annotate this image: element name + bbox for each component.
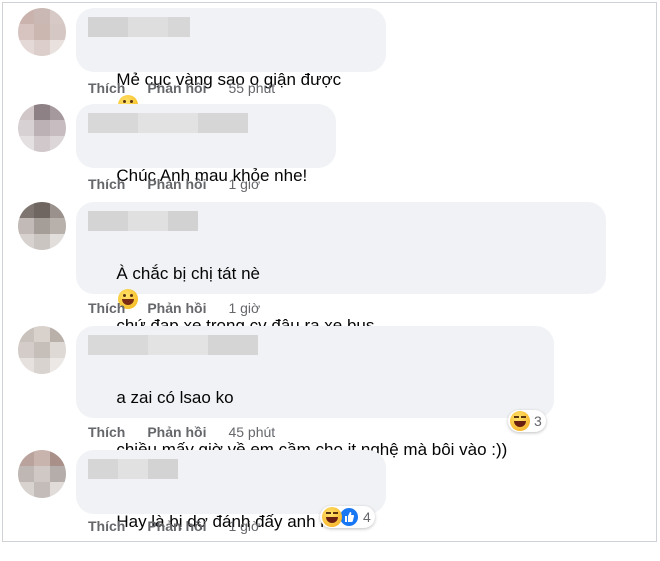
like-button[interactable]: Thích: [88, 424, 125, 440]
blurred-author-name[interactable]: [88, 335, 542, 355]
comment-timestamp[interactable]: 1 giờ: [228, 176, 260, 192]
like-button[interactable]: Thích: [88, 80, 125, 96]
reaction-summary[interactable]: 3: [508, 410, 546, 432]
comment-text-line-1: a zai có lsao ko: [116, 388, 234, 407]
comment-actions: Thích Phản hồi 55 phút: [88, 78, 275, 98]
thumbs-up-icon: [339, 507, 359, 527]
like-button[interactable]: Thích: [88, 300, 125, 316]
reaction-count: 4: [363, 509, 371, 525]
reply-button[interactable]: Phản hồi: [147, 300, 206, 316]
reply-button[interactable]: Phản hồi: [147, 424, 206, 440]
comment-actions: Thích Phản hồi 1 giờ: [88, 516, 260, 536]
haha-reaction-icon: [510, 411, 530, 431]
reply-button[interactable]: Phản hồi: [147, 518, 206, 534]
blurred-author-name[interactable]: [88, 211, 594, 231]
blurred-author-name[interactable]: [88, 17, 374, 37]
avatar[interactable]: [18, 326, 66, 374]
comment-timestamp[interactable]: 1 giờ: [228, 518, 260, 534]
comment-bubble: a zai có lsao ko chiều mấy giờ về em cầm…: [76, 326, 554, 459]
reply-button[interactable]: Phản hồi: [147, 80, 206, 96]
comment-bubble: Mẻ cục vàng sao o giận được: [76, 8, 386, 115]
like-button[interactable]: Thích: [88, 176, 125, 192]
reaction-summary[interactable]: 4: [320, 506, 375, 528]
comment-actions: Thích Phản hồi 1 giờ: [88, 174, 260, 194]
comment-timestamp[interactable]: 45 phút: [228, 424, 275, 440]
comment-actions: Thích Phản hồi 45 phút: [88, 422, 275, 442]
blurred-author-name[interactable]: [88, 113, 324, 133]
avatar[interactable]: [18, 202, 66, 250]
blurred-author-name[interactable]: [88, 459, 374, 479]
comment-actions: Thích Phản hồi 1 giờ: [88, 298, 260, 318]
comment-text: À chắc bị chị tát nè: [116, 264, 260, 283]
avatar[interactable]: [18, 450, 66, 498]
avatar[interactable]: [18, 104, 66, 152]
like-button[interactable]: Thích: [88, 518, 125, 534]
comment-timestamp[interactable]: 55 phút: [228, 80, 275, 96]
reply-button[interactable]: Phản hồi: [147, 176, 206, 192]
comment-bubble: Chúc Anh mau khỏe nhe!: [76, 104, 336, 185]
comment-timestamp[interactable]: 1 giờ: [228, 300, 260, 316]
comment-bubble: À chắc bị chị tát nè chứ đạp xe trong cv…: [76, 202, 606, 387]
avatar[interactable]: [18, 8, 66, 56]
haha-reaction-icon: [322, 507, 342, 527]
reaction-count: 3: [534, 413, 542, 429]
comment-bubble: Hay là bị dợ đánh đấy anh kkkkk: [76, 450, 386, 531]
